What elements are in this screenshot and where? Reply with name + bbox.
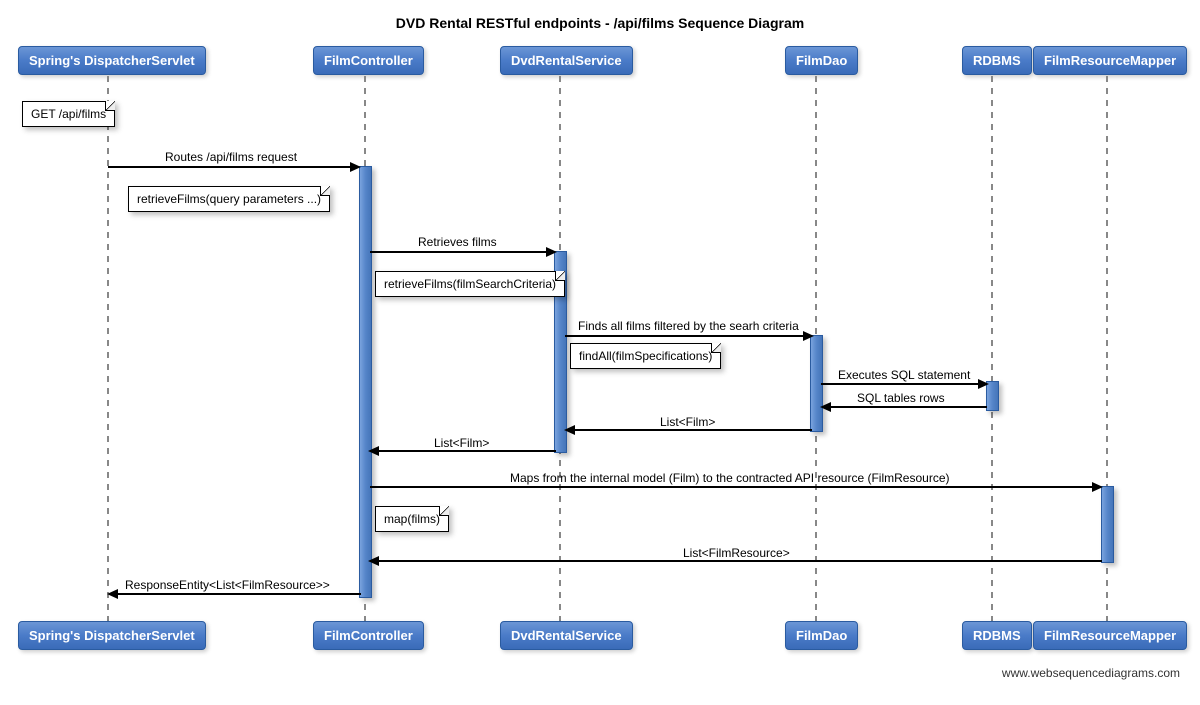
arrow-m9 (378, 560, 1102, 562)
participant-dvdrentalservice-top: DvdRentalService (500, 46, 633, 75)
arrow-m5 (830, 406, 987, 408)
participant-filmcontroller-bottom: FilmController (313, 621, 424, 650)
arrowhead-m7 (368, 446, 379, 456)
diagram-title: DVD Rental RESTful endpoints - /api/film… (15, 15, 1185, 31)
participant-dispatcher-bottom: Spring's DispatcherServlet (18, 621, 206, 650)
activation-filmcontroller (359, 166, 372, 598)
arrowhead-m1 (350, 162, 361, 172)
lifeline-dispatcher (107, 76, 109, 621)
arrowhead-m10 (107, 589, 118, 599)
participant-dispatcher-top: Spring's DispatcherServlet (18, 46, 206, 75)
activation-filmresourcemapper (1101, 486, 1114, 563)
note-retrievefilms-params: retrieveFilms(query parameters ...) (128, 186, 330, 212)
arrow-m3 (565, 335, 805, 337)
participant-filmresourcemapper-top: FilmResourceMapper (1033, 46, 1187, 75)
arrowhead-m5 (820, 402, 831, 412)
participant-rdbms-bottom: RDBMS (962, 621, 1032, 650)
note-retrievefilms-criteria: retrieveFilms(filmSearchCriteria) (375, 271, 565, 297)
note-findall-specs: findAll(filmSpecifications) (570, 343, 721, 369)
lifeline-rdbms (991, 76, 993, 621)
note-get-api-films: GET /api/films (22, 101, 115, 127)
participant-dvdrentalservice-bottom: DvdRentalService (500, 621, 633, 650)
arrow-m6 (574, 429, 812, 431)
arrow-m1 (108, 166, 351, 168)
arrowhead-m4 (978, 379, 989, 389)
msg-retrieves-films: Retrieves films (418, 235, 497, 249)
participant-filmcontroller-top: FilmController (313, 46, 424, 75)
arrow-m4 (821, 383, 981, 385)
msg-response-entity: ResponseEntity<List<FilmResource>> (125, 578, 330, 592)
arrowhead-m6 (564, 425, 575, 435)
arrow-m10 (117, 593, 361, 595)
arrowhead-m2 (546, 247, 557, 257)
arrow-m8 (370, 486, 1095, 488)
msg-list-filmresource: List<FilmResource> (683, 546, 790, 560)
msg-finds-films: Finds all films filtered by the searh cr… (578, 319, 799, 333)
arrow-m2 (370, 251, 548, 253)
msg-routes-request: Routes /api/films request (165, 150, 297, 164)
note-map-films: map(films) (375, 506, 449, 532)
arrow-m7 (378, 450, 556, 452)
msg-sql-rows: SQL tables rows (857, 391, 945, 405)
msg-list-film-2: List<Film> (434, 436, 489, 450)
footer-credit: www.websequencediagrams.com (1002, 666, 1180, 690)
sequence-diagram: Spring's DispatcherServlet FilmControlle… (15, 46, 1185, 690)
msg-maps-model: Maps from the internal model (Film) to t… (510, 471, 950, 485)
arrowhead-m8 (1092, 482, 1103, 492)
participant-rdbms-top: RDBMS (962, 46, 1032, 75)
arrowhead-m3 (803, 331, 814, 341)
msg-exec-sql: Executes SQL statement (838, 368, 970, 382)
participant-filmresourcemapper-bottom: FilmResourceMapper (1033, 621, 1187, 650)
participant-filmdao-bottom: FilmDao (785, 621, 858, 650)
participant-filmdao-top: FilmDao (785, 46, 858, 75)
msg-list-film-1: List<Film> (660, 415, 715, 429)
arrowhead-m9 (368, 556, 379, 566)
